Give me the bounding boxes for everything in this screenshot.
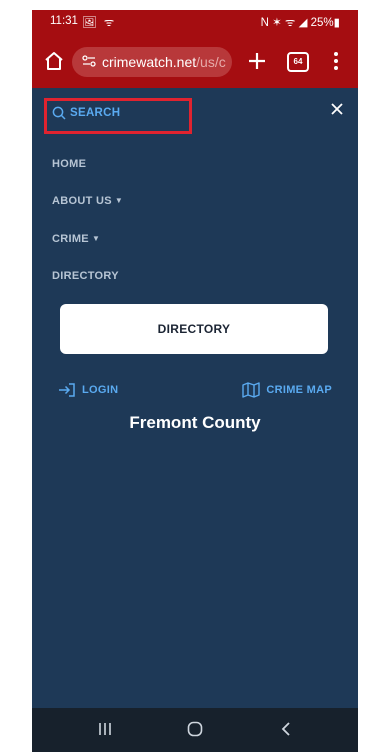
mobile-nav-menu: SEARCH HOME ABOUT US ▼ CRIME ▼ DIRECTORY D…: [32, 88, 358, 708]
close-icon: [331, 103, 343, 115]
back-nav-button[interactable]: [278, 720, 296, 743]
login-label: LOGIN: [82, 384, 119, 396]
status-bar: 11:31 🖼 ᯤ N ✶ ᯤ ◢ 25%▮: [32, 10, 358, 36]
more-vert-icon: [334, 52, 338, 56]
nav-item-home[interactable]: HOME: [52, 158, 86, 170]
nav-item-label: DIRECTORY: [52, 270, 119, 282]
home-nav-button[interactable]: [186, 720, 204, 743]
nav-item-label: HOME: [52, 158, 87, 170]
url-path: /us/c: [196, 54, 226, 70]
login-link[interactable]: LOGIN: [58, 382, 118, 398]
county-title: Fremont County: [129, 413, 261, 432]
home-circle-icon: [187, 721, 203, 737]
crime-map-label: CRIME MAP: [266, 384, 332, 396]
nav-item-label: ABOUT US: [52, 195, 112, 207]
phone-screen: 11:31 🖼 ᯤ N ✶ ᯤ ◢ 25%▮ crimewatch.net/us…: [32, 10, 358, 752]
android-navigation-bar: [32, 708, 358, 752]
home-button[interactable]: [42, 49, 66, 73]
home-icon: [45, 52, 63, 70]
url-host: crimewatch.net: [102, 54, 197, 70]
nav-item-crime[interactable]: CRIME ▼: [52, 233, 100, 245]
new-tab-button[interactable]: [245, 47, 269, 75]
tab-switcher-button[interactable]: 64: [287, 52, 309, 72]
browser-toolbar: crimewatch.net/us/c 64: [32, 36, 358, 88]
map-icon: [242, 382, 261, 398]
login-icon: [59, 383, 75, 397]
search-label: SEARCH: [70, 107, 121, 119]
close-menu-button[interactable]: [330, 102, 344, 116]
back-chevron-icon: [281, 722, 290, 736]
status-system-icons: N ✶ ᯤ ◢ 25%▮: [260, 17, 340, 29]
browser-menu-button[interactable]: [332, 49, 340, 73]
crime-map-link[interactable]: CRIME MAP: [242, 382, 332, 398]
site-settings-icon[interactable]: [82, 54, 96, 70]
nav-item-about-us[interactable]: ABOUT US ▼: [52, 195, 123, 207]
status-time: 11:31: [50, 15, 78, 27]
directory-button[interactable]: DIRECTORY: [60, 304, 328, 354]
status-notification-icons: 🖼 ᯤ: [82, 17, 117, 29]
address-bar[interactable]: crimewatch.net/us/c: [72, 47, 232, 77]
recent-apps-icon: [99, 723, 111, 735]
nav-item-label: CRIME: [52, 233, 89, 245]
nav-item-directory[interactable]: DIRECTORY: [52, 270, 119, 282]
search-icon: [52, 106, 66, 120]
recent-apps-button[interactable]: [96, 720, 114, 743]
caret-down-icon: ▼: [91, 234, 101, 243]
search-link[interactable]: SEARCH: [52, 106, 120, 120]
caret-down-icon: ▼: [114, 196, 124, 205]
plus-icon: [249, 53, 265, 69]
